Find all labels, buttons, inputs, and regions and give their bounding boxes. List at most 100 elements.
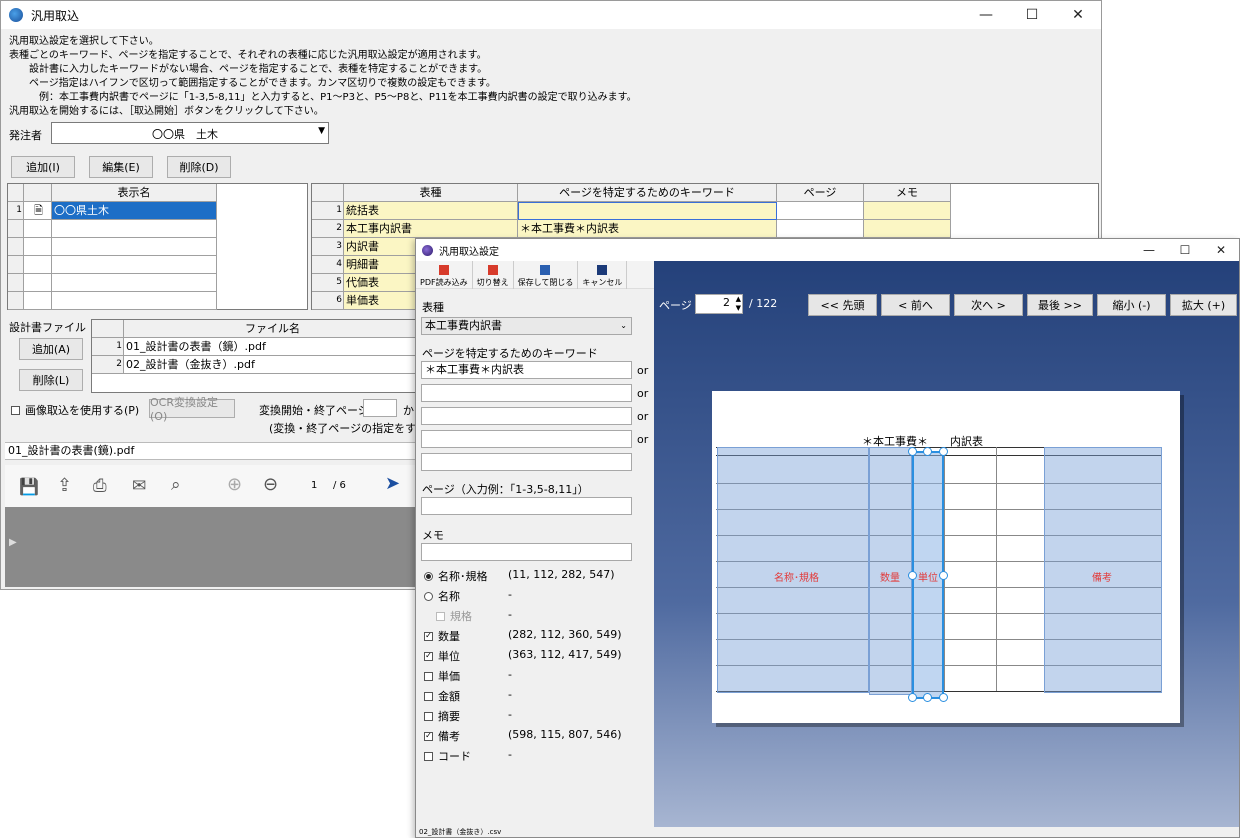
switch-button[interactable]: 切り替え <box>473 261 514 289</box>
field-option-unit-price[interactable]: 単価 <box>424 668 460 684</box>
grid-cell[interactable] <box>52 220 217 238</box>
radio-button[interactable] <box>424 571 433 581</box>
memo-input[interactable] <box>421 543 632 561</box>
delete-setting-button[interactable]: 削除(D) <box>167 156 231 178</box>
keyword-input-1[interactable]: ＊本工事費＊内訳表 <box>421 361 632 379</box>
prev-page-button[interactable]: < 前へ <box>881 294 950 316</box>
grid-cell[interactable] <box>52 274 217 292</box>
field-option-spec[interactable]: 規格 <box>436 608 472 624</box>
checkbox-box[interactable] <box>424 711 433 721</box>
ocr-settings-button[interactable]: OCR変換設定(O) <box>149 396 235 423</box>
cursor-icon[interactable]: ➤ <box>385 473 400 494</box>
checkbox-box[interactable]: ✓ <box>424 731 433 741</box>
memo-cell[interactable] <box>864 220 951 238</box>
keyword-input-5[interactable] <box>421 453 632 471</box>
or-text: or <box>637 433 649 446</box>
keyword-cell[interactable] <box>518 202 777 220</box>
file-row[interactable]: 01_設計書の表書（鏡）.pdf <box>124 338 422 356</box>
zoom-icon[interactable]: ⌕ <box>171 475 181 495</box>
checkbox-box[interactable] <box>424 751 433 761</box>
orderer-select[interactable]: 〇〇県 土木 ▼ <box>51 122 329 144</box>
delete-file-button[interactable]: 削除(L) <box>19 369 83 391</box>
radio-button[interactable] <box>424 591 433 601</box>
add-setting-button[interactable]: 追加(I) <box>11 156 75 178</box>
page-cell[interactable] <box>777 220 864 238</box>
first-page-button[interactable]: << 先頭 <box>808 294 877 316</box>
add-file-button[interactable]: 追加(A) <box>19 338 83 360</box>
close-button[interactable]: ✕ <box>1055 1 1101 29</box>
grid-cell[interactable] <box>52 292 217 310</box>
page-input[interactable] <box>421 497 632 515</box>
resize-handle[interactable] <box>908 693 917 702</box>
convert-start-input[interactable] <box>363 399 397 417</box>
page-up-icon[interactable]: ⊕ <box>227 474 242 495</box>
save-icon[interactable]: 💾 <box>19 477 39 496</box>
grid-cell[interactable] <box>24 220 52 238</box>
resize-handle[interactable] <box>908 571 917 580</box>
field-option-name[interactable]: 名称 <box>424 588 460 604</box>
checkbox-box[interactable] <box>11 405 20 415</box>
save-close-button[interactable]: 保存して閉じる <box>514 261 579 289</box>
cancel-button[interactable]: キャンセル <box>578 261 628 289</box>
resize-handle[interactable] <box>923 693 932 702</box>
grid-cell[interactable] <box>52 238 217 256</box>
checkbox-box[interactable] <box>436 611 445 621</box>
mail-icon[interactable]: ✉ <box>132 476 146 496</box>
grid-cell[interactable] <box>24 256 52 274</box>
resize-handle[interactable] <box>908 447 917 456</box>
viewer-page-number[interactable]: 1 <box>311 480 317 491</box>
page-cell[interactable] <box>777 202 864 220</box>
zoom-in-button[interactable]: 拡大 (+) <box>1170 294 1237 316</box>
resize-handle[interactable] <box>939 693 948 702</box>
checkbox-box[interactable]: ✓ <box>424 631 433 641</box>
display-name-cell[interactable]: 〇〇県土木 <box>52 202 217 220</box>
grid-cell[interactable] <box>24 274 52 292</box>
close-button[interactable]: ✕ <box>1203 239 1239 261</box>
field-option-amount[interactable]: 金額 <box>424 688 460 704</box>
image-import-checkbox[interactable]: 画像取込を使用する(P) <box>11 402 139 418</box>
page-spinner[interactable]: 2 ▲ ▼ <box>695 294 743 314</box>
pdf-read-button[interactable]: PDF読み込み <box>416 261 473 289</box>
grid-cell[interactable] <box>24 238 52 256</box>
resize-handle[interactable] <box>939 447 948 456</box>
upload-icon[interactable]: ⇪ <box>57 475 72 496</box>
checkbox-box[interactable] <box>424 691 433 701</box>
memo-cell[interactable] <box>864 202 951 220</box>
keyword-input-3[interactable] <box>421 407 632 425</box>
row-number <box>8 220 24 238</box>
field-option-summary[interactable]: 摘要 <box>424 708 460 724</box>
field-option-unit[interactable]: ✓ 単位 <box>424 648 460 664</box>
type-cell[interactable]: 統括表 <box>344 202 518 220</box>
grid-cell[interactable] <box>52 256 217 274</box>
minimize-button[interactable]: — <box>963 1 1009 29</box>
edit-setting-button[interactable]: 編集(E) <box>89 156 153 178</box>
option-label: 名称･規格 <box>438 570 488 583</box>
expand-arrow-icon[interactable]: ▶ <box>9 537 17 548</box>
zoom-out-button[interactable]: 縮小 (-) <box>1097 294 1166 316</box>
resize-handle[interactable] <box>939 571 948 580</box>
field-option-remarks[interactable]: ✓ 備考 <box>424 728 460 744</box>
last-page-button[interactable]: 最後 >> <box>1027 294 1093 316</box>
type-cell[interactable]: 本工事内訳書 <box>344 220 518 238</box>
field-option-name-spec[interactable]: 名称･規格 <box>424 568 488 584</box>
page-down-icon[interactable]: ⊖ <box>263 474 278 495</box>
file-row[interactable]: 02_設計書（金抜き）.pdf <box>124 356 422 374</box>
spinner-arrows-icon[interactable]: ▲ ▼ <box>736 295 741 313</box>
maximize-button[interactable]: ☐ <box>1167 239 1203 261</box>
maximize-button[interactable]: ☐ <box>1009 1 1055 29</box>
keyword-input-4[interactable] <box>421 430 632 448</box>
minimize-button[interactable]: — <box>1131 239 1167 261</box>
row-number <box>8 238 24 256</box>
next-page-button[interactable]: 次へ > <box>954 294 1023 316</box>
option-label: 金額 <box>438 690 460 703</box>
checkbox-box[interactable]: ✓ <box>424 651 433 661</box>
type-select[interactable]: 本工事費内訳書 ⌄ <box>421 317 632 335</box>
field-option-quantity[interactable]: ✓ 数量 <box>424 628 460 644</box>
grid-cell[interactable] <box>24 292 52 310</box>
print-icon[interactable]: ⎙ <box>93 476 107 496</box>
keyword-input-2[interactable] <box>421 384 632 402</box>
resize-handle[interactable] <box>923 447 932 456</box>
checkbox-box[interactable] <box>424 671 433 681</box>
field-option-code[interactable]: コード <box>424 748 471 764</box>
keyword-cell[interactable]: ＊本工事費＊内訳表 <box>518 220 777 238</box>
